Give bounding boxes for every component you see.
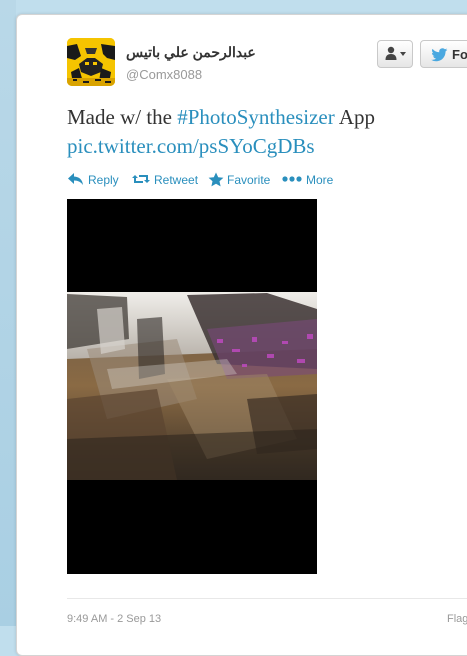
chevron-down-icon (400, 52, 406, 56)
user-actions-dropdown[interactable] (377, 40, 413, 68)
flag-media-link[interactable]: Flag (447, 613, 467, 625)
retweet-icon (132, 175, 150, 183)
more-label: More (306, 173, 334, 187)
pic-link[interactable]: pic.twitter.com/psSYoCgDBs (67, 134, 315, 158)
ellipsis-icon (282, 176, 302, 182)
favorite-label: Favorite (227, 173, 271, 187)
follow-button[interactable]: Fo (420, 40, 467, 68)
tweet-text-suffix: App (334, 105, 375, 129)
author-screen-name[interactable]: @Comx8088 (126, 67, 202, 82)
twitter-bird-icon (431, 48, 448, 62)
photo-image (67, 199, 317, 574)
reply-label: Reply (88, 173, 119, 187)
page-background (0, 0, 16, 626)
person-icon (385, 46, 406, 60)
hashtag-link[interactable]: #PhotoSynthesizer (177, 105, 335, 129)
retweet-label: Retweet (154, 173, 199, 187)
tweet-photo[interactable] (67, 199, 317, 574)
footer-divider (67, 598, 467, 599)
tweet-text-prefix: Made w/ the (67, 105, 178, 129)
tweet-text: Made w/ the #PhotoSynthesizer App pic.twi… (67, 103, 431, 161)
reply-arrow-icon (68, 173, 83, 185)
avatar[interactable] (67, 38, 115, 86)
author-name[interactable]: عبدالرحمن علي باتيس (126, 44, 256, 61)
tweet-timestamp[interactable]: 9:49 AM - 2 Sep 13 (67, 613, 161, 625)
follow-button-label: Fo (452, 47, 467, 62)
star-icon (208, 172, 224, 187)
